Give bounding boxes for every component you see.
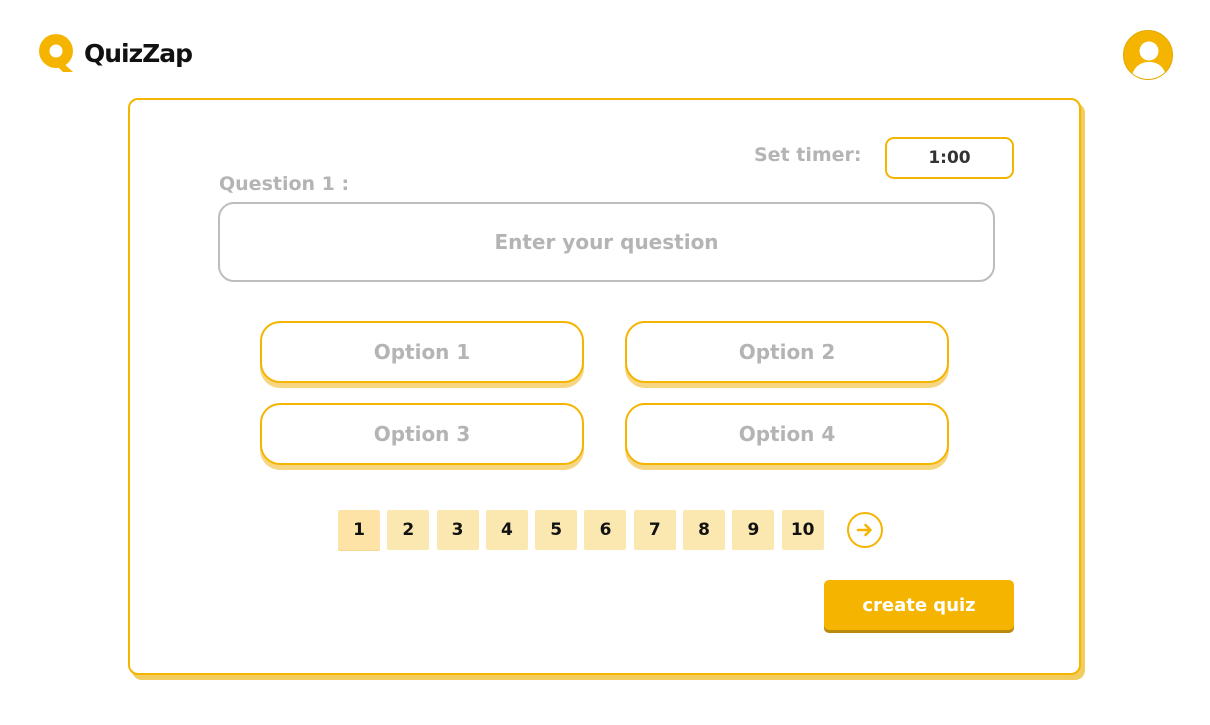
next-page-button[interactable] xyxy=(846,512,883,548)
page-button-1[interactable]: 1 xyxy=(338,510,380,550)
arrow-right-circle-icon xyxy=(856,523,872,537)
timer-input[interactable] xyxy=(885,137,1014,179)
page-button-6[interactable]: 6 xyxy=(584,510,627,550)
option-2-input[interactable] xyxy=(625,321,949,383)
question-input[interactable] xyxy=(218,202,995,282)
page-button-2[interactable]: 2 xyxy=(387,510,430,550)
brand-name: QuizZap xyxy=(84,38,193,68)
option-4-input[interactable] xyxy=(625,403,949,465)
page-button-5[interactable]: 5 xyxy=(535,510,578,550)
page-button-4[interactable]: 4 xyxy=(485,510,528,550)
page-button-7[interactable]: 7 xyxy=(633,510,676,550)
set-timer-label: Set timer: xyxy=(754,144,862,166)
question-pagination: 1 2 3 4 5 6 7 8 9 10 xyxy=(338,510,883,550)
brand-logo[interactable]: QuizZap xyxy=(36,32,193,74)
page-button-9[interactable]: 9 xyxy=(732,510,775,550)
option-1-input[interactable] xyxy=(260,321,584,383)
user-avatar-icon[interactable] xyxy=(1123,30,1173,80)
page-button-3[interactable]: 3 xyxy=(436,510,479,550)
create-quiz-button[interactable]: create quiz xyxy=(824,580,1014,630)
page-button-8[interactable]: 8 xyxy=(683,510,726,550)
question-label: Question 1 : xyxy=(219,173,350,195)
q-logo-icon xyxy=(39,34,73,72)
page-button-10[interactable]: 10 xyxy=(781,510,824,550)
option-3-input[interactable] xyxy=(260,403,584,465)
